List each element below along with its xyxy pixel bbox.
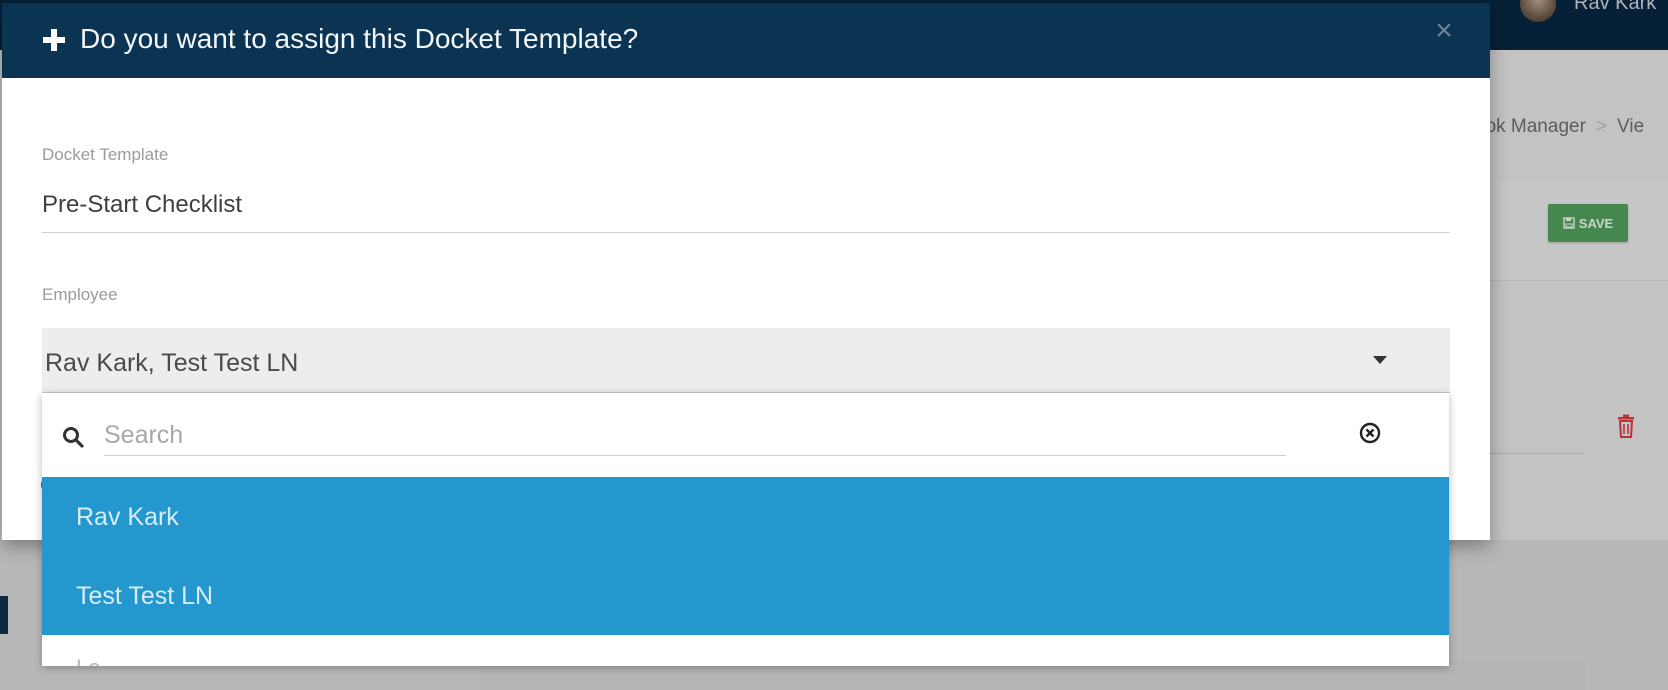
employee-dropdown: Rav Kark Test Test LN Lo... [42, 393, 1449, 666]
search-icon [63, 427, 84, 448]
clear-search-icon[interactable] [1358, 421, 1382, 445]
search-input[interactable] [104, 415, 1286, 456]
dropdown-option-label: Test Test LN [76, 582, 214, 610]
close-icon[interactable]: × [1430, 16, 1458, 46]
dropdown-option-label: Rav Kark [76, 503, 179, 531]
dropdown-option-test-test-ln[interactable]: Test Test LN [42, 556, 1449, 635]
dropdown-option-rav-kark[interactable]: Rav Kark [42, 477, 1449, 556]
dropdown-option-partial[interactable]: Lo... [76, 655, 119, 666]
plus-icon [43, 29, 65, 51]
employee-select-value: Rav Kark, Test Test LN [45, 349, 299, 377]
page: Rav Kark ook Manager > Vie SAVE Do you w… [0, 0, 1668, 690]
caret-down-icon [1373, 356, 1387, 364]
docket-template-label: Docket Template [42, 145, 169, 164]
employee-select[interactable]: Rav Kark, Test Test LN [42, 328, 1450, 393]
docket-template-underline [42, 232, 1450, 233]
modal-header: Do you want to assign this Docket Templa… [2, 3, 1490, 78]
modal-title: Do you want to assign this Docket Templa… [80, 23, 639, 54]
docket-template-value: Pre-Start Checklist [42, 191, 243, 218]
employee-label: Employee [42, 285, 118, 304]
